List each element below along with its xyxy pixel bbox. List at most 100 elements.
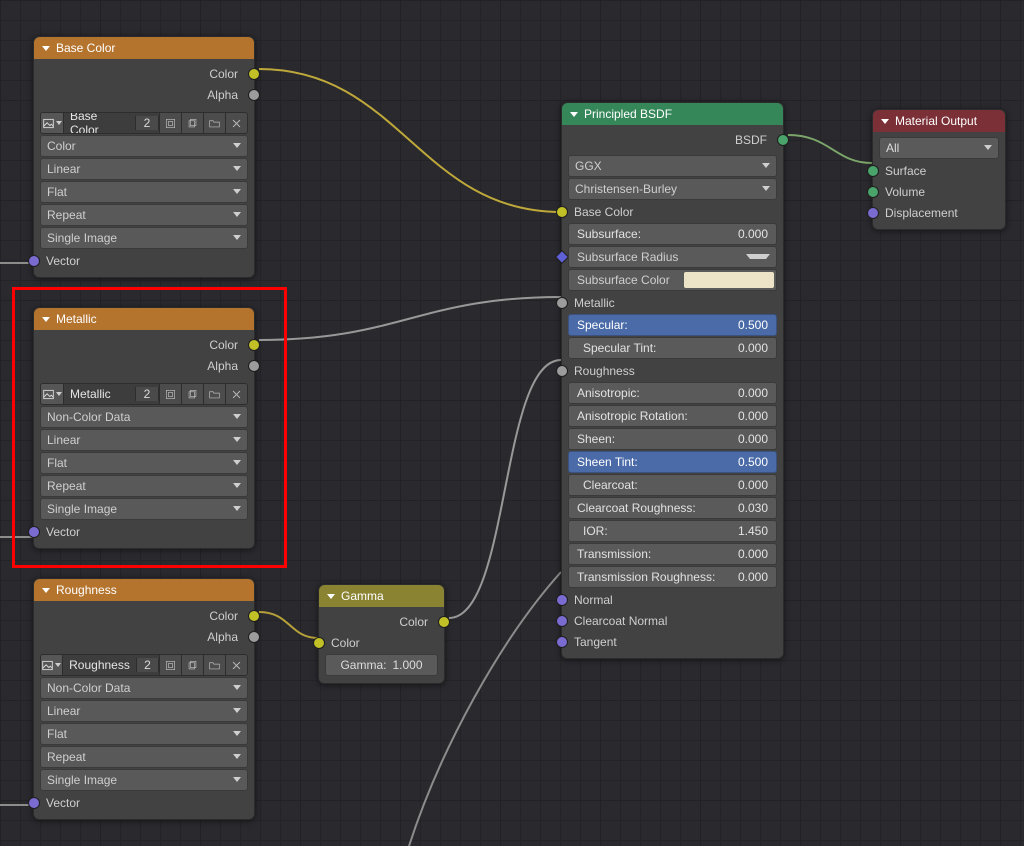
socket-tangent[interactable] [556,636,568,648]
transmission-roughness-value[interactable]: Transmission Roughness: 0.000 [568,566,777,588]
socket-volume[interactable] [867,186,879,198]
image-datablock-selector[interactable]: Base Color 2 [40,112,248,134]
anisotropic-rotation-value[interactable]: Anisotropic Rotation: 0.000 [568,405,777,427]
source-combo[interactable]: Single Image [40,498,248,520]
sheen-tint-value[interactable]: Sheen Tint: 0.500 [568,451,777,473]
collapse-triangle-icon[interactable] [42,46,50,51]
interpolation-combo[interactable]: Linear [40,158,248,180]
socket-alpha[interactable] [248,631,260,643]
node-gamma[interactable]: Gamma Color Color Gamma: 1.000 [318,584,445,684]
socket-alpha[interactable] [248,360,260,372]
color-space-combo[interactable]: Non-Color Data [40,406,248,428]
sss-method-combo[interactable]: Christensen-Burley [568,178,777,200]
socket-clearcoat-normal[interactable] [556,615,568,627]
input-displacement: Displacement [873,202,1005,223]
fake-user-F-icon[interactable] [159,113,181,133]
open-image-folder-icon[interactable] [203,655,225,675]
subsurface-color-swatch[interactable]: Subsurface Color [568,269,777,291]
socket-vector[interactable] [28,526,40,538]
socket-color[interactable] [248,610,260,622]
projection-combo[interactable]: Flat [40,723,248,745]
extension-combo[interactable]: Repeat [40,475,248,497]
unlink-x-icon[interactable] [225,384,247,404]
collapse-triangle-icon[interactable] [881,119,889,124]
socket-color[interactable] [248,68,260,80]
gamma-value[interactable]: 1.000 [392,658,422,672]
user-count[interactable]: 2 [135,387,159,401]
ior-value[interactable]: IOR: 1.450 [568,520,777,542]
node-base-color[interactable]: Base Color Color Alpha Base Color 2 [33,36,255,278]
node-principled-bsdf[interactable]: Principled BSDF BSDF GGX Christensen-Bur… [561,102,784,659]
node-header[interactable]: Gamma [319,585,444,607]
interpolation-combo[interactable]: Linear [40,700,248,722]
socket-alpha[interactable] [248,89,260,101]
socket-bsdf[interactable] [777,134,789,146]
interpolation-combo[interactable]: Linear [40,429,248,451]
open-image-folder-icon[interactable] [203,384,225,404]
extension-combo[interactable]: Repeat [40,746,248,768]
subsurface-value[interactable]: Subsurface: 0.000 [568,223,777,245]
unlink-x-icon[interactable] [225,655,247,675]
node-header[interactable]: Roughness [34,579,254,601]
image-icon[interactable] [41,113,64,133]
node-header[interactable]: Base Color [34,37,254,59]
node-header[interactable]: Material Output [873,110,1005,132]
collapse-triangle-icon[interactable] [327,594,335,599]
projection-combo[interactable]: Flat [40,452,248,474]
color-space-combo[interactable]: Color [40,135,248,157]
node-roughness[interactable]: Roughness Color Alpha Roughness 2 N [33,578,255,820]
projection-combo[interactable]: Flat [40,181,248,203]
fake-user-F-icon[interactable] [159,655,181,675]
socket-color[interactable] [313,637,325,649]
clearcoat-value[interactable]: Clearcoat: 0.000 [568,474,777,496]
node-metallic[interactable]: Metallic Color Alpha Metallic 2 Non [33,307,255,549]
collapse-triangle-icon[interactable] [570,112,578,117]
specular-value[interactable]: Specular: 0.500 [568,314,777,336]
distribution-combo[interactable]: GGX [568,155,777,177]
output-target-combo[interactable]: All [879,137,999,159]
new-image-plus-icon[interactable] [181,113,203,133]
source-combo[interactable]: Single Image [40,769,248,791]
image-icon[interactable] [41,384,64,404]
socket-vector[interactable] [28,255,40,267]
input-metallic: Metallic [562,292,783,313]
chevron-down-icon [746,254,770,259]
transmission-value[interactable]: Transmission: 0.000 [568,543,777,565]
user-count[interactable]: 2 [136,658,159,672]
anisotropic-value[interactable]: Anisotropic: 0.000 [568,382,777,404]
node-header[interactable]: Principled BSDF [562,103,783,125]
image-icon[interactable] [41,655,63,675]
open-image-folder-icon[interactable] [203,113,225,133]
socket-surface[interactable] [867,165,879,177]
image-name[interactable]: Metallic [64,387,135,401]
socket-displacement[interactable] [867,207,879,219]
image-datablock-selector[interactable]: Roughness 2 [40,654,248,676]
unlink-x-icon[interactable] [225,113,247,133]
image-name[interactable]: Base Color [64,112,135,134]
socket-base-color[interactable] [556,206,568,218]
specular-tint-value[interactable]: Specular Tint: 0.000 [568,337,777,359]
image-datablock-selector[interactable]: Metallic 2 [40,383,248,405]
fake-user-F-icon[interactable] [159,384,181,404]
new-image-plus-icon[interactable] [181,384,203,404]
collapse-triangle-icon[interactable] [42,317,50,322]
node-material-output[interactable]: Material Output All Surface Volume Displ… [872,109,1006,230]
collapse-triangle-icon[interactable] [42,588,50,593]
subsurface-radius-combo[interactable]: Subsurface Radius [568,246,777,268]
new-image-plus-icon[interactable] [181,655,203,675]
sheen-value[interactable]: Sheen: 0.000 [568,428,777,450]
socket-normal[interactable] [556,594,568,606]
chevron-down-icon [233,189,241,194]
socket-color[interactable] [248,339,260,351]
image-name[interactable]: Roughness [63,658,136,672]
color-space-combo[interactable]: Non-Color Data [40,677,248,699]
clearcoat-roughness-value[interactable]: Clearcoat Roughness: 0.030 [568,497,777,519]
socket-roughness[interactable] [556,365,568,377]
node-header[interactable]: Metallic [34,308,254,330]
socket-vector[interactable] [28,797,40,809]
socket-color[interactable] [438,616,450,628]
source-combo[interactable]: Single Image [40,227,248,249]
socket-metallic[interactable] [556,297,568,309]
extension-combo[interactable]: Repeat [40,204,248,226]
user-count[interactable]: 2 [135,116,159,130]
